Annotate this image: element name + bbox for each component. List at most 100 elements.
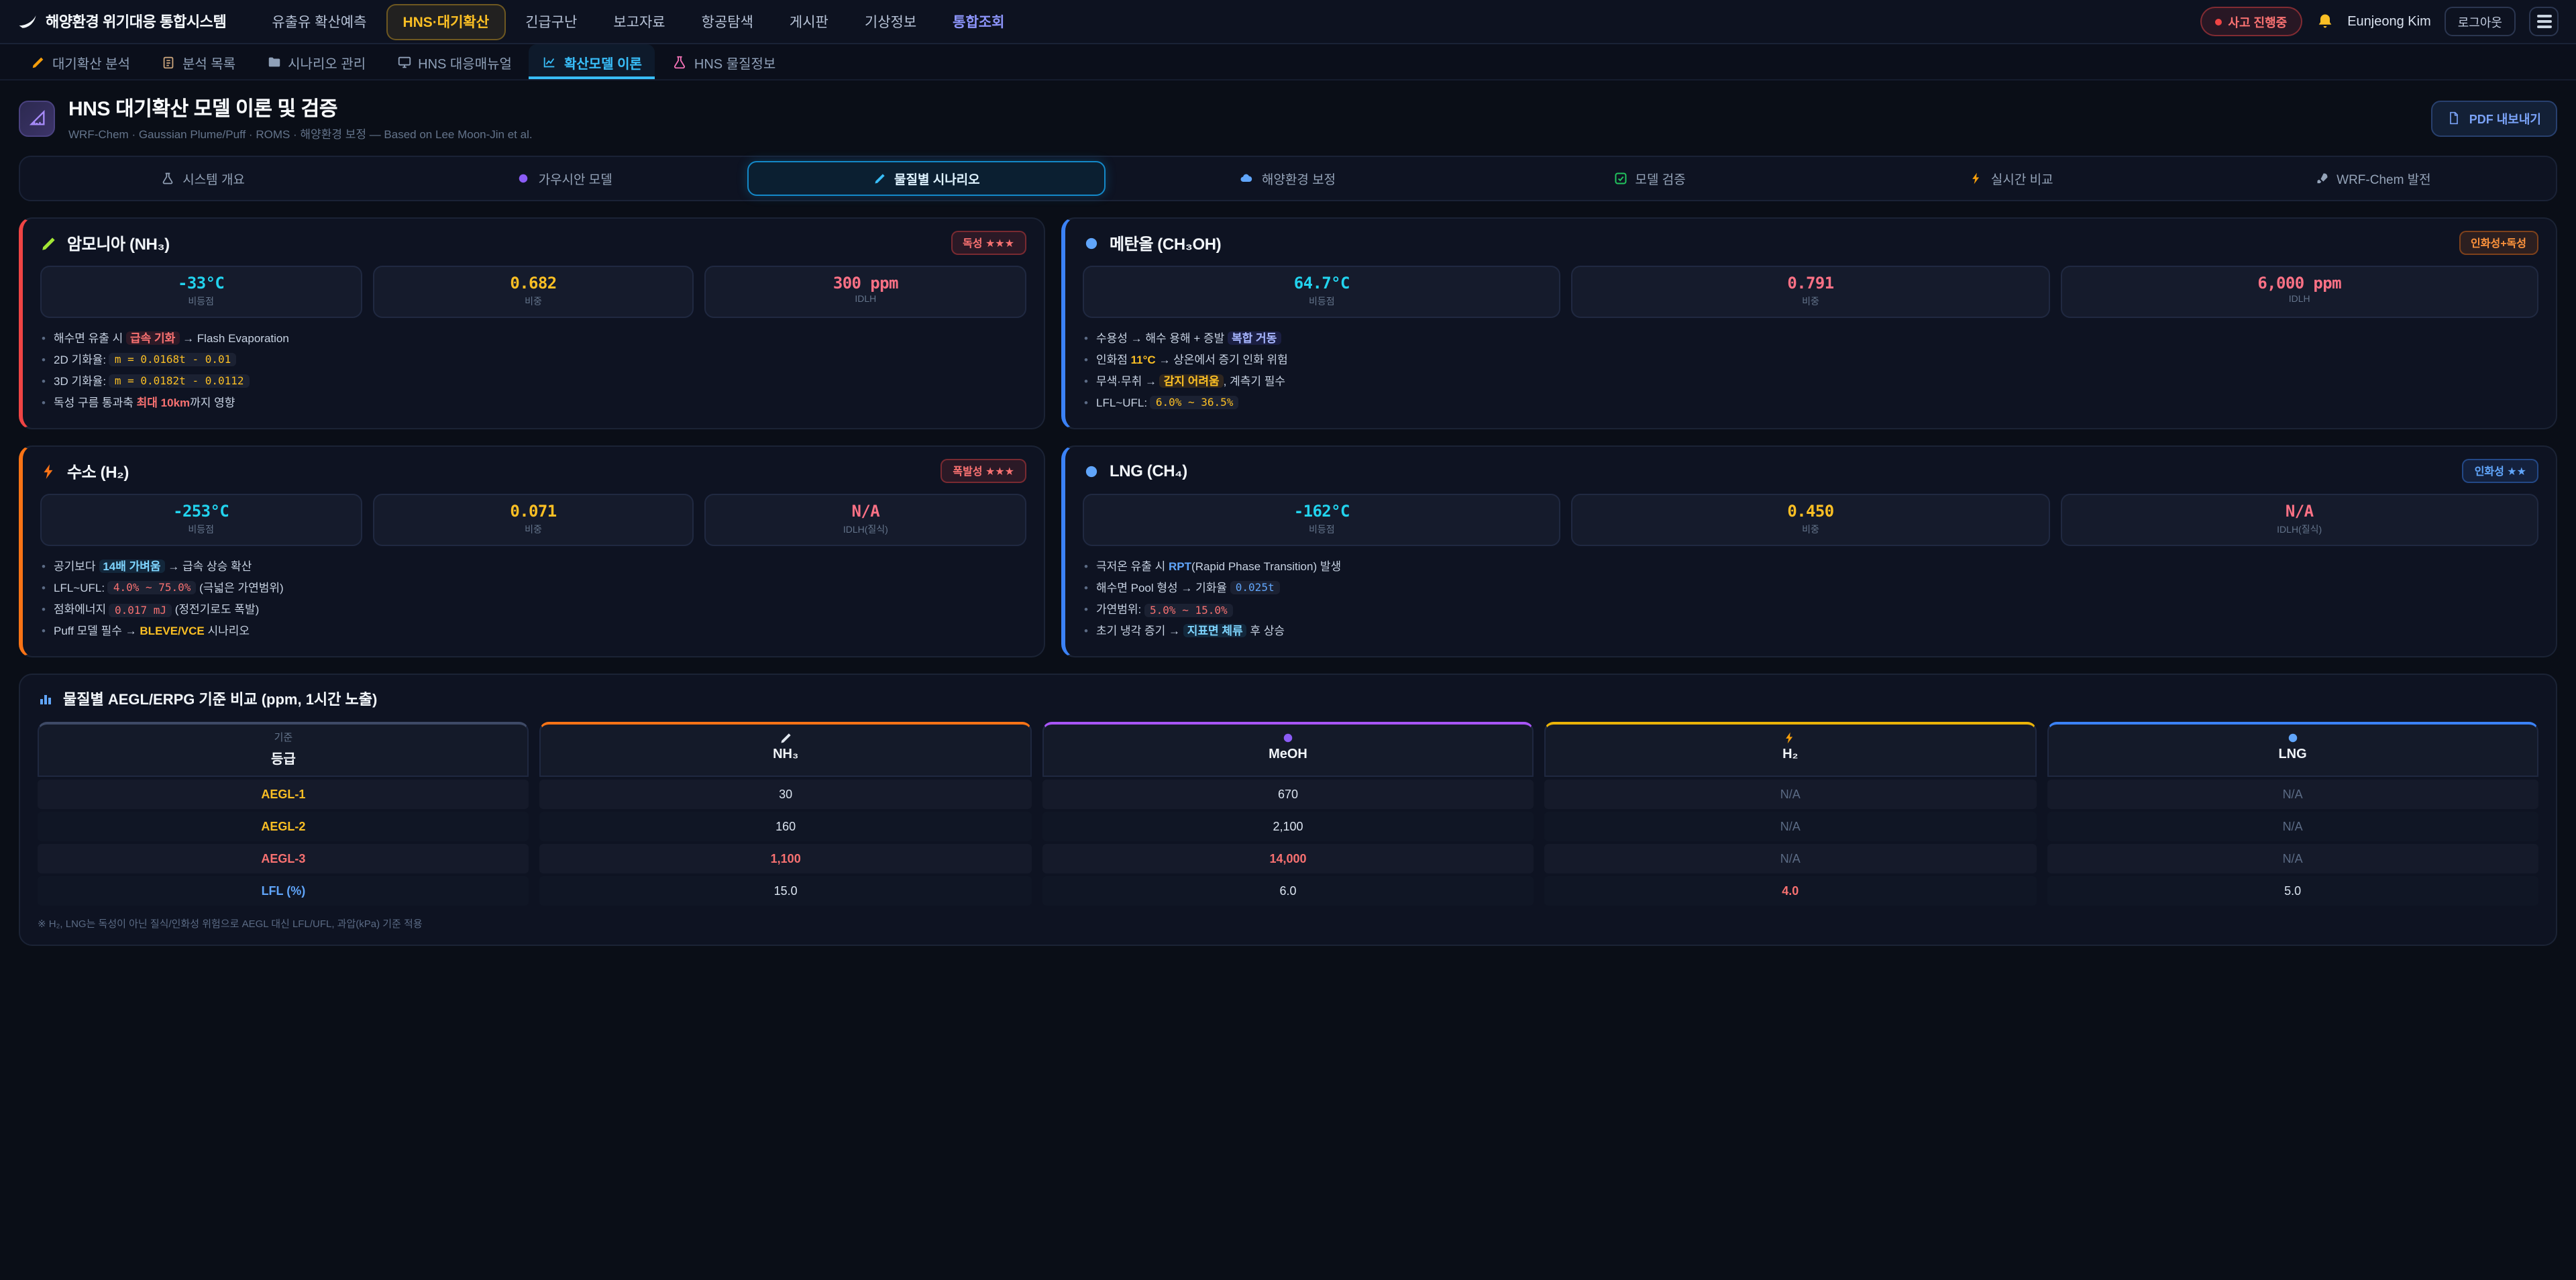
table-cell: 1,100 <box>540 845 1032 874</box>
table-cell: 2,100 <box>1042 812 1534 842</box>
table-cell: 6.0 <box>1042 877 1534 906</box>
tab-substance-scenarios[interactable]: 물질별 시나리오 <box>747 161 1105 196</box>
stats-row: 64.7°C 비등점 0.791 비중 6,000 ppm IDLH <box>1083 266 2538 318</box>
tab-label: 시스템 개요 <box>182 169 245 188</box>
stat-idlh: N/A IDLH(질식) <box>2060 494 2538 546</box>
stat-label: 비등점 <box>47 295 355 309</box>
topnav-right-group: 사고 진행중 Eunjeong Kim 로그아웃 <box>2200 7 2559 36</box>
tab-system-overview[interactable]: 시스템 개요 <box>24 161 382 196</box>
flask-icon <box>161 172 174 185</box>
stat-label: IDLH(질식) <box>2067 523 2532 537</box>
bolt-icon <box>40 462 58 480</box>
nav-item-weather[interactable]: 기상정보 <box>849 3 932 40</box>
tab-label: 모델 검증 <box>1635 169 1686 188</box>
stat-label: 비중 <box>379 523 687 537</box>
rocket-icon <box>2315 172 2328 185</box>
bolt-icon <box>1970 172 1983 185</box>
tab-wrf-chem-evolution[interactable]: WRF-Chem 발전 <box>2194 161 2552 196</box>
tab-marine-env-correction[interactable]: 해양환경 보정 <box>1109 161 1466 196</box>
sub-navigation-bar: 대기확산 분석 분석 목록 시나리오 관리 HNS 대응매뉴얼 확산모델 이론 … <box>0 44 2576 81</box>
nav-item-hns-diffusion[interactable]: HNS·대기확산 <box>386 3 505 40</box>
card-header: 암모니아 (NH₃) 독성 ★★★ <box>40 231 1026 255</box>
column-header-meoh: MeOH <box>1042 723 1534 778</box>
column-name: MeOH <box>1044 748 1533 763</box>
nav-item-oil-spill[interactable]: 유출유 확산예측 <box>256 3 382 40</box>
subnav-label: 분석 목록 <box>182 52 235 72</box>
substance-name: 수소 (H₂) <box>67 460 129 482</box>
subnav-item-model-theory[interactable]: 확산모델 이론 <box>529 44 655 79</box>
card-bullet: 극저온 유출 시 RPT(Rapid Phase Transition) 발생 <box>1083 555 2538 577</box>
stat-label: 비중 <box>379 295 687 309</box>
hazard-badge: 독성 ★★★ <box>951 231 1026 255</box>
tab-gaussian-model[interactable]: 가우시안 모델 <box>386 161 743 196</box>
subnav-item-analysis-list[interactable]: 분석 목록 <box>148 44 249 79</box>
page-subtitle: WRF-Chem · Gaussian Plume/Puff · ROMS · … <box>68 126 533 142</box>
document-icon <box>2448 111 2461 125</box>
card-bullet: 해수면 Pool 형성 → 기화율 0.025t <box>1083 577 2538 598</box>
table-cell: N/A <box>1544 780 2036 810</box>
pdf-export-button[interactable]: PDF 내보내기 <box>2432 100 2557 136</box>
pencil-icon <box>873 172 886 185</box>
stat-value: N/A <box>712 502 1020 521</box>
subnav-item-diffusion-analysis[interactable]: 대기확산 분석 <box>17 44 144 79</box>
nav-item-reports[interactable]: 보고자료 <box>597 3 681 40</box>
stat-value: 0.450 <box>1578 502 2043 521</box>
stat-idlh: 6,000 ppm IDLH <box>2060 266 2538 318</box>
substance-card-hydrogen: 수소 (H₂) 폭발성 ★★★ -253°C 비등점 0.071 비중 N/A … <box>19 445 1045 657</box>
nav-item-integrated-search[interactable]: 통합조회 <box>936 3 1020 40</box>
hamburger-menu-button[interactable] <box>2529 7 2559 36</box>
page-title: HNS 대기확산 모델 이론 및 검증 <box>68 94 533 122</box>
aegl-comparison-card: 물질별 AEGL/ERPG 기준 비교 (ppm, 1시간 노출) 기준 등급 … <box>19 674 2557 947</box>
nav-item-board[interactable]: 게시판 <box>773 3 845 40</box>
subnav-item-hns-substance-info[interactable]: HNS 물질정보 <box>659 44 789 79</box>
card-bullet: LFL~UFL: 6.0% ~ 36.5% <box>1083 391 2538 413</box>
bar-chart-icon <box>38 692 54 708</box>
tab-model-validation[interactable]: 모델 검증 <box>1471 161 1829 196</box>
stat-idlh: N/A IDLH(질식) <box>705 494 1026 546</box>
stat-label: 비등점 <box>47 523 355 537</box>
card-bullet: 2D 기화율: m = 0.0168t - 0.01 <box>40 349 1026 370</box>
subnav-item-scenario-management[interactable]: 시나리오 관리 <box>253 44 379 79</box>
incident-status-badge[interactable]: 사고 진행중 <box>2200 7 2302 36</box>
stat-label: 비중 <box>1578 523 2043 537</box>
logout-button[interactable]: 로그아웃 <box>2445 7 2516 36</box>
stat-value: -33°C <box>47 274 355 292</box>
ruler-triangle-icon <box>28 109 46 127</box>
stat-specific-gravity: 0.791 비중 <box>1572 266 2050 318</box>
table-row-aegl1: AEGL-1 30 670 N/A N/A <box>38 780 2538 810</box>
column-name: LNG <box>2048 748 2537 763</box>
subnav-label: HNS 물질정보 <box>694 52 775 72</box>
top-navigation-bar: 해양환경 위기대응 통합시스템 유출유 확산예측 HNS·대기확산 긴급구난 보… <box>0 0 2576 44</box>
table-cell: N/A <box>2047 780 2538 810</box>
tab-label: 가우시안 모델 <box>539 169 612 188</box>
substance-cards-row-1: 암모니아 (NH₃) 독성 ★★★ -33°C 비등점 0.682 비중 300… <box>19 217 2557 429</box>
pencil-icon <box>31 54 46 69</box>
table-cell: 15.0 <box>540 877 1032 906</box>
subnav-label: 확산모델 이론 <box>564 52 642 72</box>
column-header-criteria: 기준 등급 <box>38 723 529 778</box>
card-bullet-list: 수용성 → 해수 용해 + 증발 복합 거동 인화점 11°C → 상온에서 증… <box>1083 327 2538 413</box>
brand-logo[interactable]: 해양환경 위기대응 통합시스템 <box>17 11 226 32</box>
stat-specific-gravity: 0.450 비중 <box>1572 494 2050 546</box>
table-cell: N/A <box>2047 845 2538 874</box>
wing-logo-icon <box>17 11 38 32</box>
stats-row: -33°C 비등점 0.682 비중 300 ppm IDLH <box>40 266 1026 318</box>
bell-icon[interactable] <box>2315 12 2334 31</box>
column-header-lng: LNG <box>2047 723 2538 778</box>
stats-row: -253°C 비등점 0.071 비중 N/A IDLH(질식) <box>40 494 1026 546</box>
card-bullet: 가연범위: 5.0% ~ 15.0% <box>1083 599 2538 621</box>
substance-card-lng: LNG (CH₄) 인화성 ★★ -162°C 비등점 0.450 비중 N/A… <box>1061 445 2557 657</box>
stat-label: IDLH <box>712 295 1020 305</box>
stat-boiling-point: -253°C 비등점 <box>40 494 362 546</box>
nav-item-rescue[interactable]: 긴급구난 <box>509 3 593 40</box>
substance-name: 암모니아 (NH₃) <box>67 231 170 254</box>
card-bullet-list: 극저온 유출 시 RPT(Rapid Phase Transition) 발생 … <box>1083 555 2538 641</box>
table-cell: N/A <box>1544 845 2036 874</box>
nav-item-aerial-search[interactable]: 항공탐색 <box>686 3 769 40</box>
subnav-item-hns-manual[interactable]: HNS 대응매뉴얼 <box>383 44 525 79</box>
row-label: AEGL-3 <box>38 845 529 874</box>
tab-realtime-comparison[interactable]: 실시간 비교 <box>1833 161 2190 196</box>
subnav-label: 대기확산 분석 <box>52 52 130 72</box>
stat-boiling-point: -33°C 비등점 <box>40 266 362 318</box>
dot-icon <box>2286 732 2300 745</box>
